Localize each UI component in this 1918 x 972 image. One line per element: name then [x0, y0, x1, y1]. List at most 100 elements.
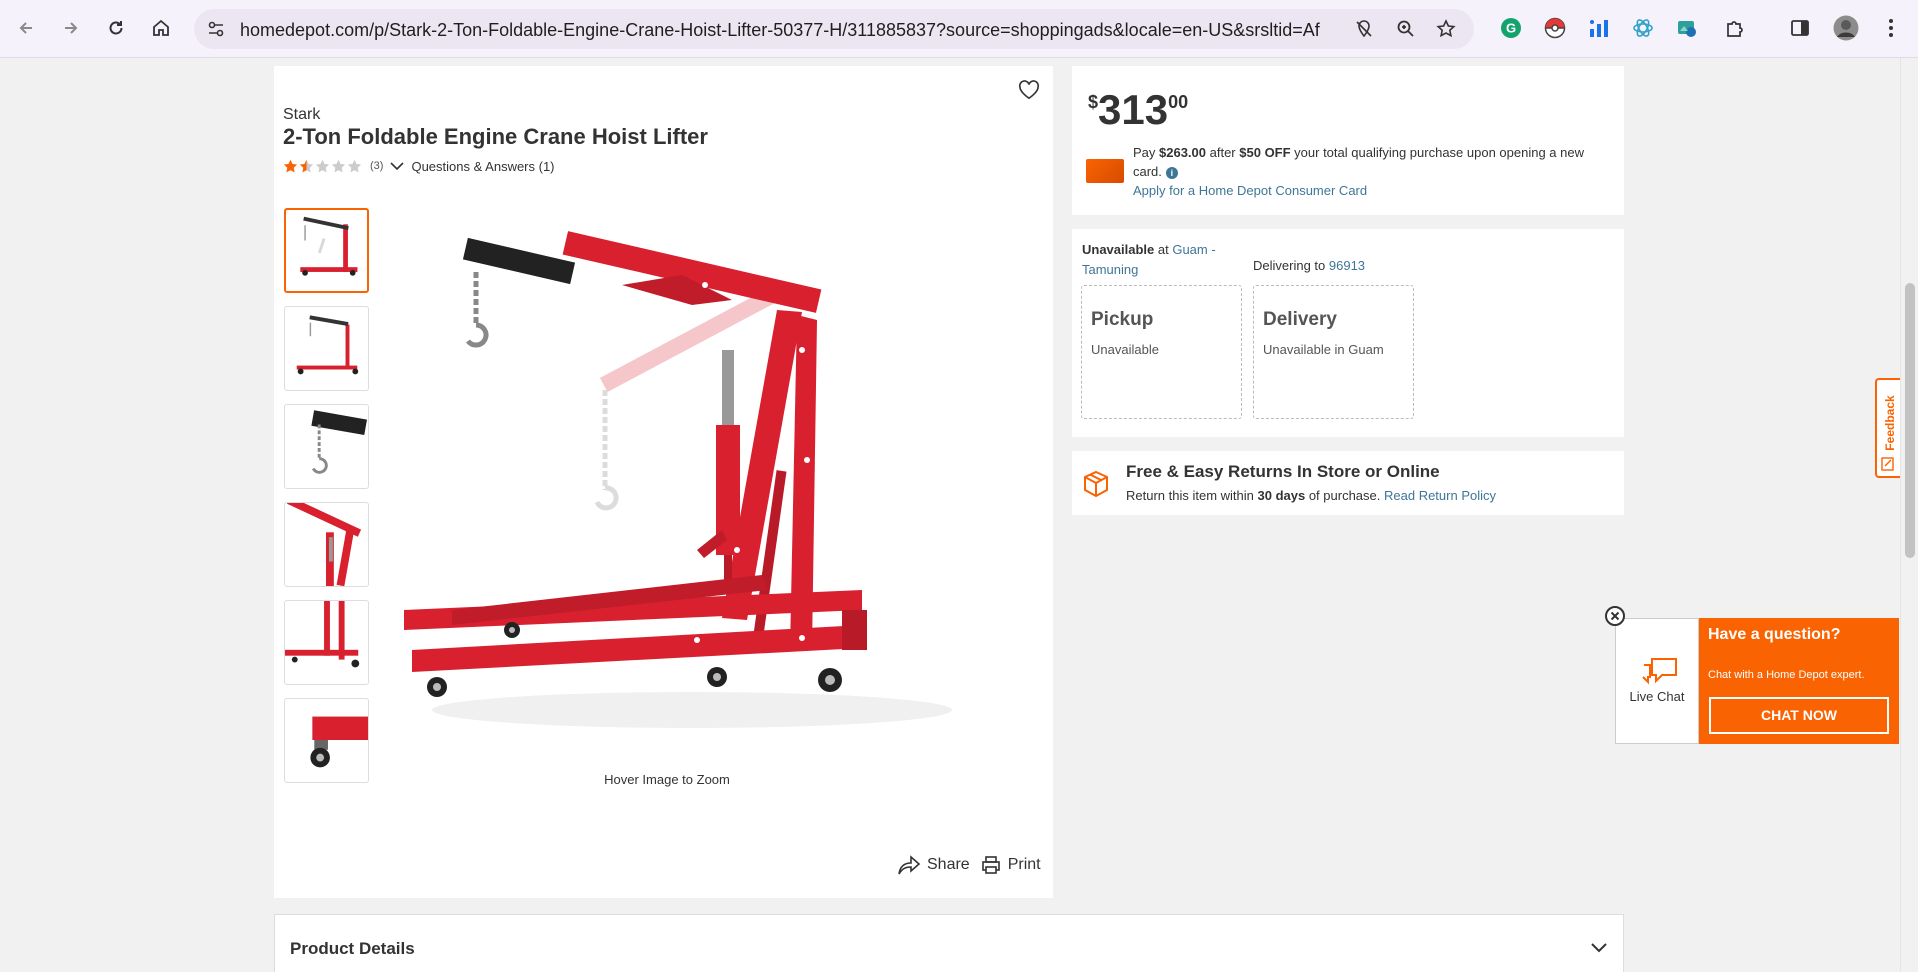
crane-detail-thumbnail-image: [287, 503, 362, 586]
delivering-to: Delivering to 96913: [1253, 258, 1365, 273]
scrollbar-thumb[interactable]: [1905, 283, 1915, 558]
back-arrow-icon: [19, 22, 32, 34]
chat-subtitle: Chat with a Home Depot expert.: [1708, 669, 1865, 681]
forward-button[interactable]: [55, 12, 87, 44]
browser-menu-icon[interactable]: [1878, 15, 1904, 41]
forward-arrow-icon: [65, 22, 78, 34]
product-details-title[interactable]: Product Details: [290, 939, 415, 959]
zip-link[interactable]: 96913: [1329, 258, 1365, 273]
side-panel-icon[interactable]: [1787, 15, 1813, 41]
thumbnail-6[interactable]: [284, 698, 369, 783]
heart-icon[interactable]: [1018, 80, 1040, 100]
share-button[interactable]: Share: [897, 854, 970, 876]
promo-pay-text: Pay: [1133, 145, 1160, 160]
pickup-status: Unavailable: [1091, 342, 1159, 357]
returns-days-label: days: [1271, 488, 1306, 503]
star-empty-icon: [347, 159, 362, 172]
page-scrollbar[interactable]: [1900, 58, 1918, 972]
chevron-down-icon[interactable]: [389, 160, 405, 172]
thumbnail-1[interactable]: [284, 208, 369, 293]
back-button[interactable]: [10, 12, 42, 44]
return-policy-link[interactable]: Read Return Policy: [1384, 488, 1496, 503]
crane-thumbnail-image: [296, 315, 359, 375]
home-button[interactable]: [145, 12, 177, 44]
delivery-status: Unavailable in Guam: [1263, 342, 1384, 357]
profile-avatar-icon[interactable]: [1833, 15, 1859, 41]
star-half-icon: [299, 159, 314, 172]
crane-thumbnail-image: [300, 216, 358, 276]
review-count[interactable]: (3): [370, 160, 383, 172]
star-empty-icon: [331, 159, 346, 172]
feedback-label: Feedback: [1883, 395, 1897, 451]
print-button[interactable]: Print: [980, 854, 1041, 876]
home-icon: [153, 19, 169, 36]
chat-close-button[interactable]: [1605, 606, 1625, 626]
pickup-title: Pickup: [1091, 309, 1154, 330]
questions-answers-link[interactable]: Questions & Answers (1): [411, 159, 554, 174]
rating-stars[interactable]: [283, 159, 362, 174]
info-icon[interactable]: i: [1165, 166, 1178, 179]
returns-title: Free & Easy Returns In Store or Online: [1126, 462, 1440, 481]
browser-toolbar: homedepot.com/p/Stark-2-Ton-Foldable-Eng…: [0, 0, 1918, 58]
product-brand[interactable]: Stark: [283, 106, 320, 124]
chat-question: Have a question?: [1708, 626, 1841, 643]
product-details-accordion[interactable]: [274, 914, 1624, 972]
live-chat-label[interactable]: Live Chat: [1622, 689, 1692, 704]
site-info-icon[interactable]: [204, 17, 228, 41]
image-extension-icon[interactable]: [1674, 15, 1700, 41]
star-empty-icon: [315, 159, 330, 172]
at-text: at: [1154, 242, 1173, 257]
share-icon: [898, 855, 921, 875]
atom-extension-icon[interactable]: [1630, 15, 1656, 41]
delivery-tile[interactable]: Delivery Unavailable in Guam: [1253, 285, 1414, 419]
address-bar[interactable]: homedepot.com/p/Stark-2-Ton-Foldable-Eng…: [194, 9, 1474, 49]
star-full-icon: [283, 159, 298, 172]
store-availability: Unavailable at Guam - Tamuning: [1082, 240, 1232, 280]
delivering-label: Delivering to: [1253, 258, 1329, 273]
apply-card-link[interactable]: Apply for a Home Depot Consumer Card: [1133, 183, 1367, 198]
promo-amount: $263.00: [1159, 145, 1207, 160]
svg-text:G: G: [1506, 21, 1516, 36]
share-print-row: Share Print: [897, 854, 1041, 876]
price-cents: 00: [1168, 92, 1189, 112]
chevron-down-icon[interactable]: [1589, 940, 1609, 956]
chat-now-button[interactable]: CHAT NOW: [1709, 697, 1889, 734]
credit-card-image: [1086, 159, 1124, 183]
close-icon: [1610, 611, 1620, 621]
bookmark-star-icon[interactable]: [1434, 17, 1458, 41]
price-currency: $: [1088, 92, 1099, 112]
pokeball-extension-icon[interactable]: [1542, 15, 1568, 41]
returns-text-after: of purchase.: [1305, 488, 1384, 503]
product-price: $31300: [1088, 86, 1188, 134]
analytics-extension-icon[interactable]: [1586, 15, 1612, 41]
extensions-puzzle-icon[interactable]: [1722, 15, 1748, 41]
chat-bubble-icon: [1642, 658, 1677, 685]
thumbnail-5[interactable]: [284, 600, 369, 685]
returns-text: Return this item within 30 days of purch…: [1126, 488, 1496, 503]
hook-thumbnail-image: [311, 410, 367, 474]
print-label: Print: [1007, 856, 1041, 873]
reload-button[interactable]: [100, 12, 132, 44]
rating-row: (3) Questions & Answers (1): [283, 157, 555, 175]
pickup-tile[interactable]: Pickup Unavailable: [1081, 285, 1242, 419]
caster-wheel-thumbnail-image: [310, 716, 368, 768]
live-chat-panel[interactable]: [1615, 618, 1699, 744]
unavailable-label: Unavailable: [1082, 242, 1155, 257]
grammarly-extension-icon[interactable]: G: [1498, 15, 1524, 41]
zoom-icon[interactable]: [1394, 17, 1418, 41]
thumbnail-2[interactable]: [284, 306, 369, 391]
promo-off: $50 OFF: [1239, 145, 1291, 160]
product-title: 2-Ton Foldable Engine Crane Hoist Lifter: [283, 124, 708, 149]
url-text[interactable]: homedepot.com/p/Stark-2-Ton-Foldable-Eng…: [240, 20, 1320, 41]
location-off-icon[interactable]: [1352, 17, 1376, 41]
hover-zoom-hint: Hover Image to Zoom: [604, 772, 730, 787]
crane-base-thumbnail-image: [285, 601, 360, 668]
product-main-image[interactable]: [392, 230, 952, 750]
returns-text-before: Return this item within: [1126, 488, 1258, 503]
thumbnail-4[interactable]: [284, 502, 369, 587]
card-promo-text: Pay $263.00 after $50 OFF your total qua…: [1133, 143, 1613, 181]
feedback-tab[interactable]: Feedback: [1875, 378, 1900, 478]
thumbnail-3[interactable]: [284, 404, 369, 489]
promo-after-text: after: [1206, 145, 1240, 160]
returns-card: [1072, 451, 1624, 515]
